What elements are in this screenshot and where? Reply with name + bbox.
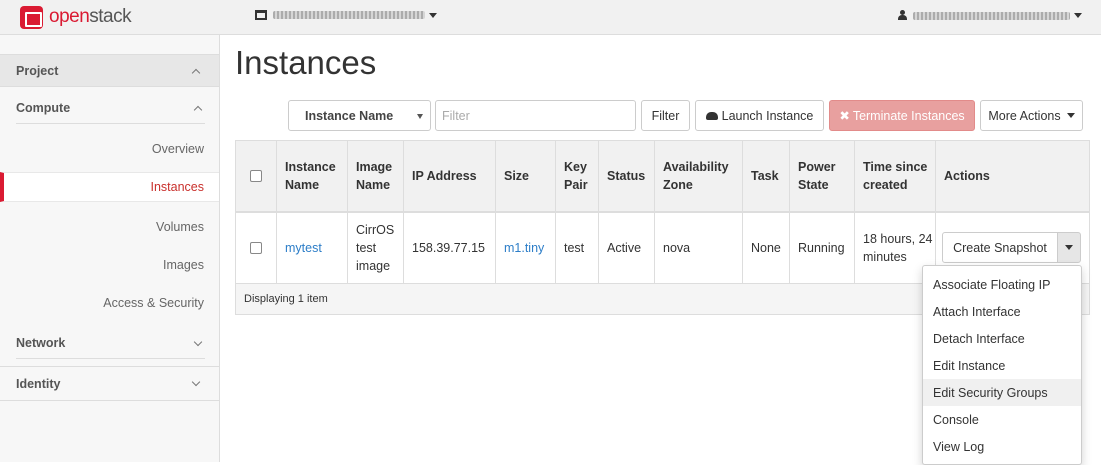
filter-input[interactable]: [435, 100, 636, 131]
top-navbar: openstack: [0, 0, 1101, 35]
sidebar-panel-label: Compute: [16, 100, 71, 115]
sidebar-section-label: Project: [16, 63, 59, 78]
column-header[interactable]: IP Address: [404, 141, 496, 211]
power-state-cell: Running: [790, 213, 855, 283]
menu-item-console[interactable]: Console: [923, 406, 1081, 433]
cloud-upload-icon: [705, 111, 718, 120]
menu-item-associate-floating-ip[interactable]: Associate Floating IP: [923, 271, 1081, 298]
filter-field-value: Instance Name: [305, 108, 394, 123]
column-header[interactable]: Time since created: [855, 141, 936, 211]
chevron-down-icon: [193, 337, 203, 347]
chevron-down-icon: [429, 12, 437, 18]
brand-name: openstack: [49, 6, 132, 27]
project-name-redacted: [273, 11, 425, 19]
sidebar-section-label: Identity: [16, 376, 61, 391]
sidebar-item-volumes[interactable]: Volumes: [0, 212, 219, 242]
menu-item-view-log[interactable]: View Log: [923, 433, 1081, 460]
chevron-down-icon: [417, 114, 423, 119]
sidebar-item-overview[interactable]: Overview: [0, 134, 219, 164]
image-name-cell: CirrOS test image: [348, 213, 404, 283]
table-header: Instance Name Image Name IP Address Size…: [236, 141, 1089, 213]
size-cell: m1.tiny: [496, 213, 556, 283]
menu-item-edit-instance[interactable]: Edit Instance: [923, 352, 1081, 379]
sidebar-panel-label: Network: [16, 335, 66, 350]
instance-name-link[interactable]: mytest: [285, 239, 322, 257]
column-header[interactable]: Instance Name: [277, 141, 348, 211]
more-actions-button[interactable]: More Actions: [980, 100, 1083, 131]
brand-logo-link[interactable]: openstack: [20, 5, 132, 29]
create-snapshot-button[interactable]: Create Snapshot: [942, 232, 1058, 263]
row-actions-menu: Associate Floating IP Attach Interface D…: [922, 265, 1082, 465]
more-actions-label: More Actions: [988, 108, 1061, 123]
openstack-logo-icon: [20, 5, 43, 29]
row-select-cell: [236, 213, 277, 283]
column-header[interactable]: Status: [599, 141, 655, 211]
filter-field-select[interactable]: Instance Name: [288, 100, 431, 131]
sidebar-item-images[interactable]: Images: [0, 250, 219, 280]
size-link[interactable]: m1.tiny: [504, 239, 544, 257]
chevron-down-icon: [1066, 113, 1075, 118]
user-icon: [898, 10, 907, 21]
row-checkbox[interactable]: [250, 242, 262, 254]
sidebar: Project Compute Overview Instances Volum…: [0, 35, 220, 462]
sidebar-section-identity[interactable]: Identity: [0, 367, 219, 400]
status-cell: Active: [599, 213, 655, 283]
task-cell: None: [743, 213, 790, 283]
launch-instance-button[interactable]: Launch Instance: [695, 100, 824, 131]
sidebar-panel-network[interactable]: Network: [16, 327, 205, 359]
close-icon: ✖: [839, 109, 850, 123]
project-selector[interactable]: [255, 10, 437, 20]
sidebar-divider: [0, 400, 219, 401]
sidebar-item-access-security[interactable]: Access & Security: [0, 288, 219, 318]
column-header[interactable]: Task: [743, 141, 790, 211]
menu-item-attach-interface[interactable]: Attach Interface: [923, 298, 1081, 325]
user-menu[interactable]: [898, 10, 1082, 21]
chevron-down-icon: [1065, 245, 1073, 250]
sidebar-panel-compute[interactable]: Compute: [16, 92, 205, 124]
instance-name-cell: mytest: [277, 213, 348, 283]
chevron-down-icon: [1074, 13, 1082, 18]
menu-item-edit-security-groups[interactable]: Edit Security Groups: [923, 379, 1081, 406]
column-header[interactable]: Size: [496, 141, 556, 211]
column-header[interactable]: Image Name: [348, 141, 404, 211]
column-header[interactable]: Power State: [790, 141, 855, 211]
project-icon: [255, 10, 267, 20]
column-header[interactable]: Key Pair: [556, 141, 599, 211]
availability-zone-cell: nova: [655, 213, 743, 283]
menu-item-detach-interface[interactable]: Detach Interface: [923, 325, 1081, 352]
sidebar-section-project[interactable]: Project: [0, 54, 219, 87]
column-header: Actions: [944, 169, 990, 183]
chevron-down-icon: [191, 377, 201, 387]
ip-address-cell: 158.39.77.15: [404, 213, 496, 283]
terminate-instances-label: Terminate Instances: [852, 108, 965, 123]
select-all-checkbox[interactable]: [250, 170, 262, 182]
column-header[interactable]: Availability Zone: [655, 141, 743, 211]
filter-button[interactable]: Filter: [641, 100, 690, 131]
chevron-up-icon: [191, 68, 201, 78]
select-all-cell: [236, 141, 277, 211]
page-title: Instances: [235, 44, 377, 81]
chevron-up-icon: [193, 105, 203, 115]
key-pair-cell: test: [556, 213, 599, 283]
terminate-instances-button[interactable]: ✖ Terminate Instances: [829, 100, 975, 131]
sidebar-item-instances[interactable]: Instances: [0, 172, 219, 202]
user-name-redacted: [913, 11, 1070, 20]
row-actions-toggle[interactable]: [1057, 232, 1081, 263]
launch-instance-label: Launch Instance: [721, 108, 814, 123]
